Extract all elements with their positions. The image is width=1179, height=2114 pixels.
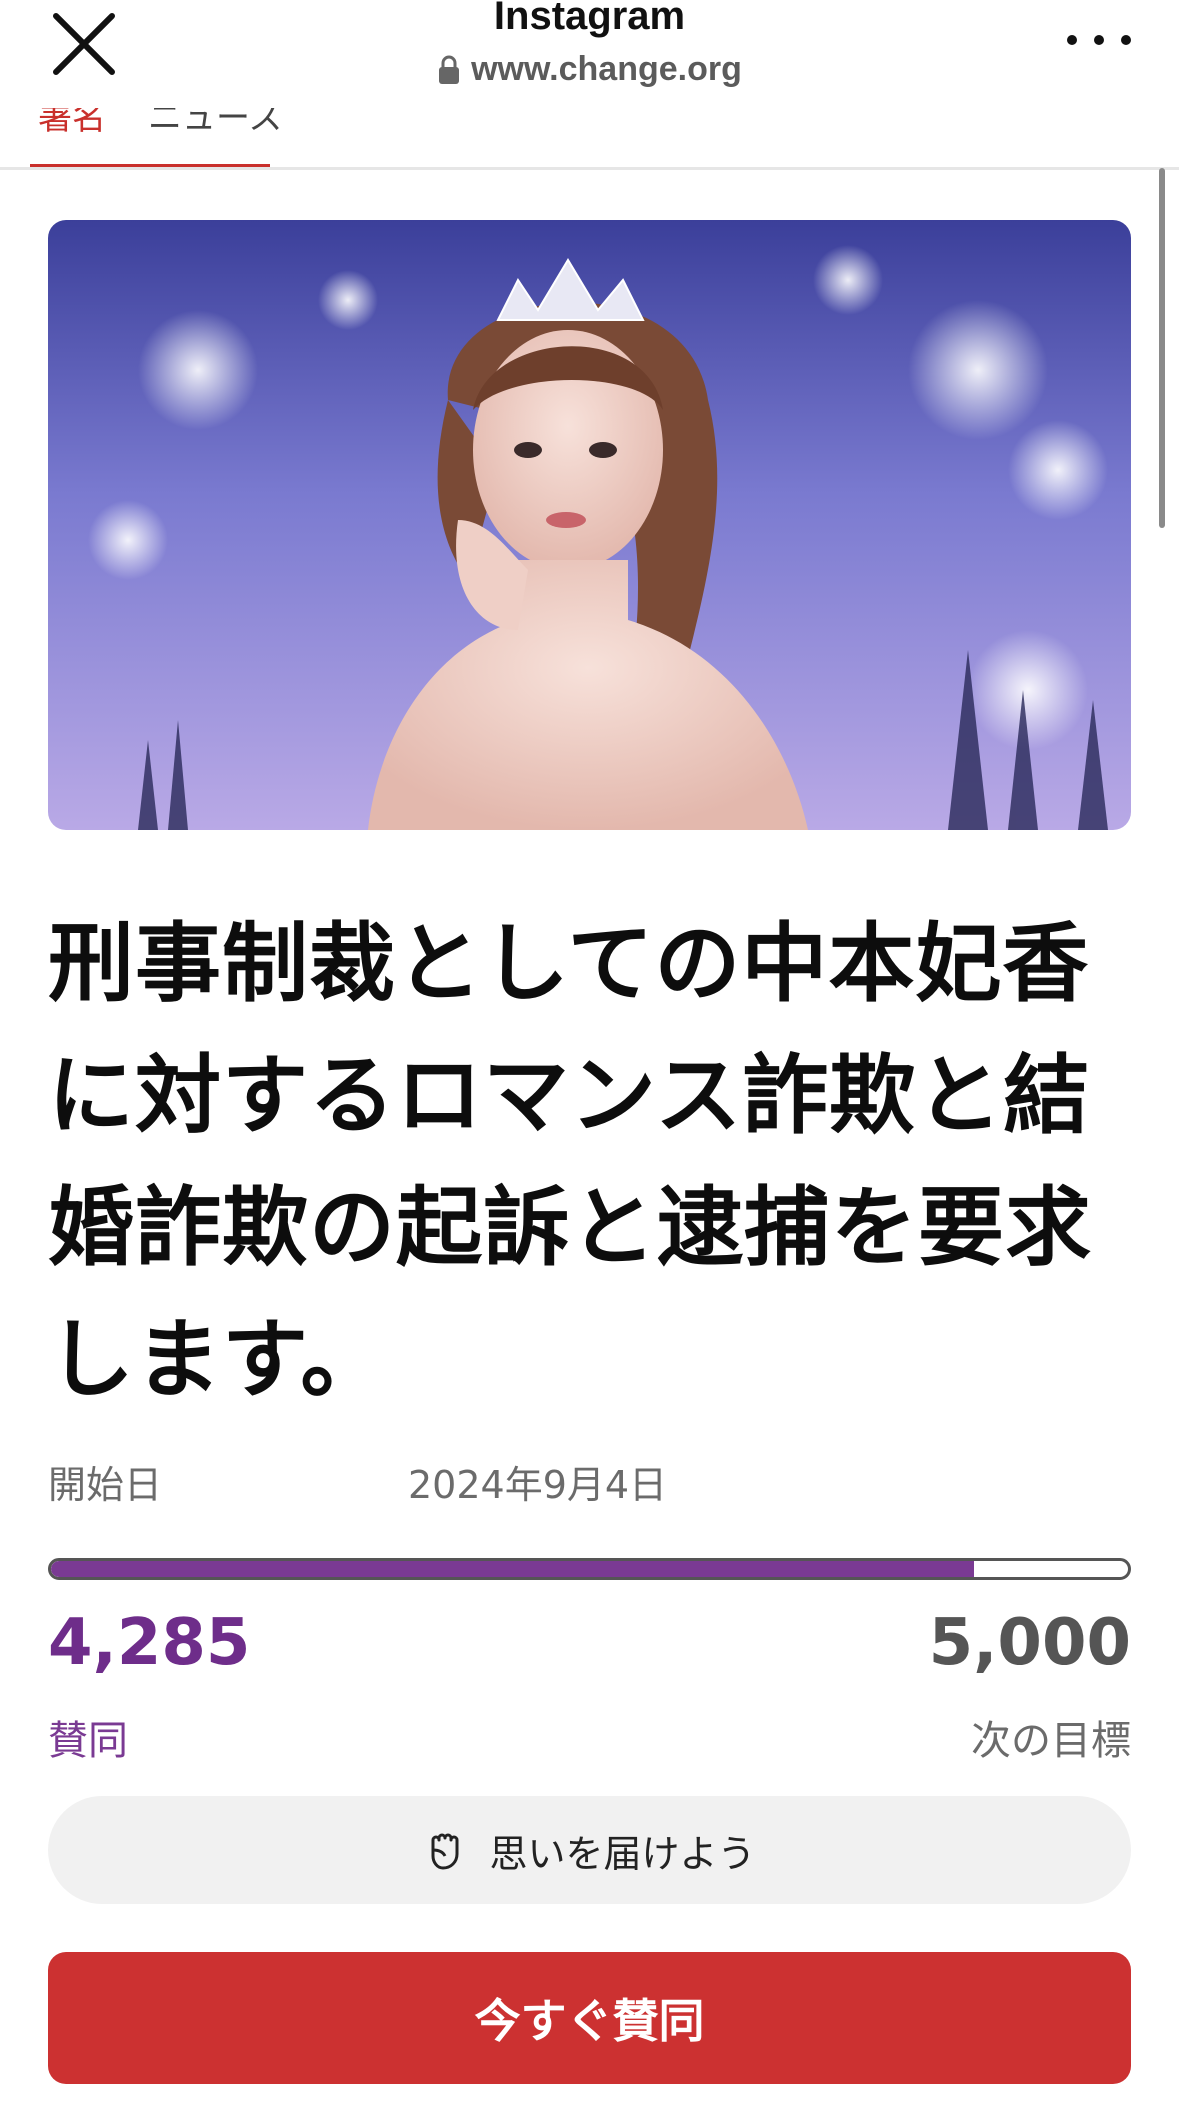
dot xyxy=(1094,35,1104,45)
page-tabs: 署名 ニュース xyxy=(0,108,1179,170)
more-options-icon[interactable] xyxy=(1067,24,1131,56)
supporters-label: 賛同 xyxy=(48,1718,128,1764)
sign-now-button[interactable]: 今すぐ賛同 xyxy=(48,1952,1131,2084)
dot xyxy=(1121,35,1131,45)
app-title: Instagram xyxy=(493,0,686,38)
close-icon[interactable] xyxy=(48,8,120,80)
tab-news[interactable]: ニュース xyxy=(148,108,282,138)
raised-fist-icon xyxy=(423,1828,467,1872)
url-text: www.change.org xyxy=(471,50,742,88)
dot xyxy=(1067,35,1077,45)
signature-progress-bar xyxy=(48,1558,1131,1580)
browser-header: Instagram www.change.org xyxy=(0,0,1179,108)
supporters-count: 4,285 xyxy=(48,1606,251,1680)
share-thoughts-label: 思いを届けよう xyxy=(489,1831,756,1876)
progress-fill xyxy=(51,1561,974,1577)
lock-icon xyxy=(437,54,461,86)
url-bar[interactable]: www.change.org xyxy=(300,50,879,89)
browser-title-block: Instagram www.change.org xyxy=(300,0,879,89)
goal-count: 5,000 xyxy=(928,1606,1131,1680)
tab-petition[interactable]: 署名 xyxy=(38,108,106,138)
scrollbar[interactable] xyxy=(1159,168,1165,528)
start-date-label: 開始日 xyxy=(48,1463,163,1507)
petition-title: 刑事制裁としての中本妃香に対するロマンス詐欺と結婚詐欺の起訴と逮捕を要求します。 xyxy=(48,914,1092,1410)
tab-labels: 署名 ニュース xyxy=(38,108,282,138)
start-date-row: 開始日 2024年9月4日 xyxy=(48,1454,1131,1507)
goal-label: 次の目標 xyxy=(971,1718,1131,1764)
start-date-value: 2024年9月4日 xyxy=(408,1463,668,1507)
active-tab-indicator xyxy=(30,164,270,167)
share-thoughts-button[interactable]: 思いを届けよう xyxy=(48,1796,1131,1904)
sign-now-label: 今すぐ賛同 xyxy=(474,1994,705,2048)
petition-image xyxy=(48,220,1131,830)
